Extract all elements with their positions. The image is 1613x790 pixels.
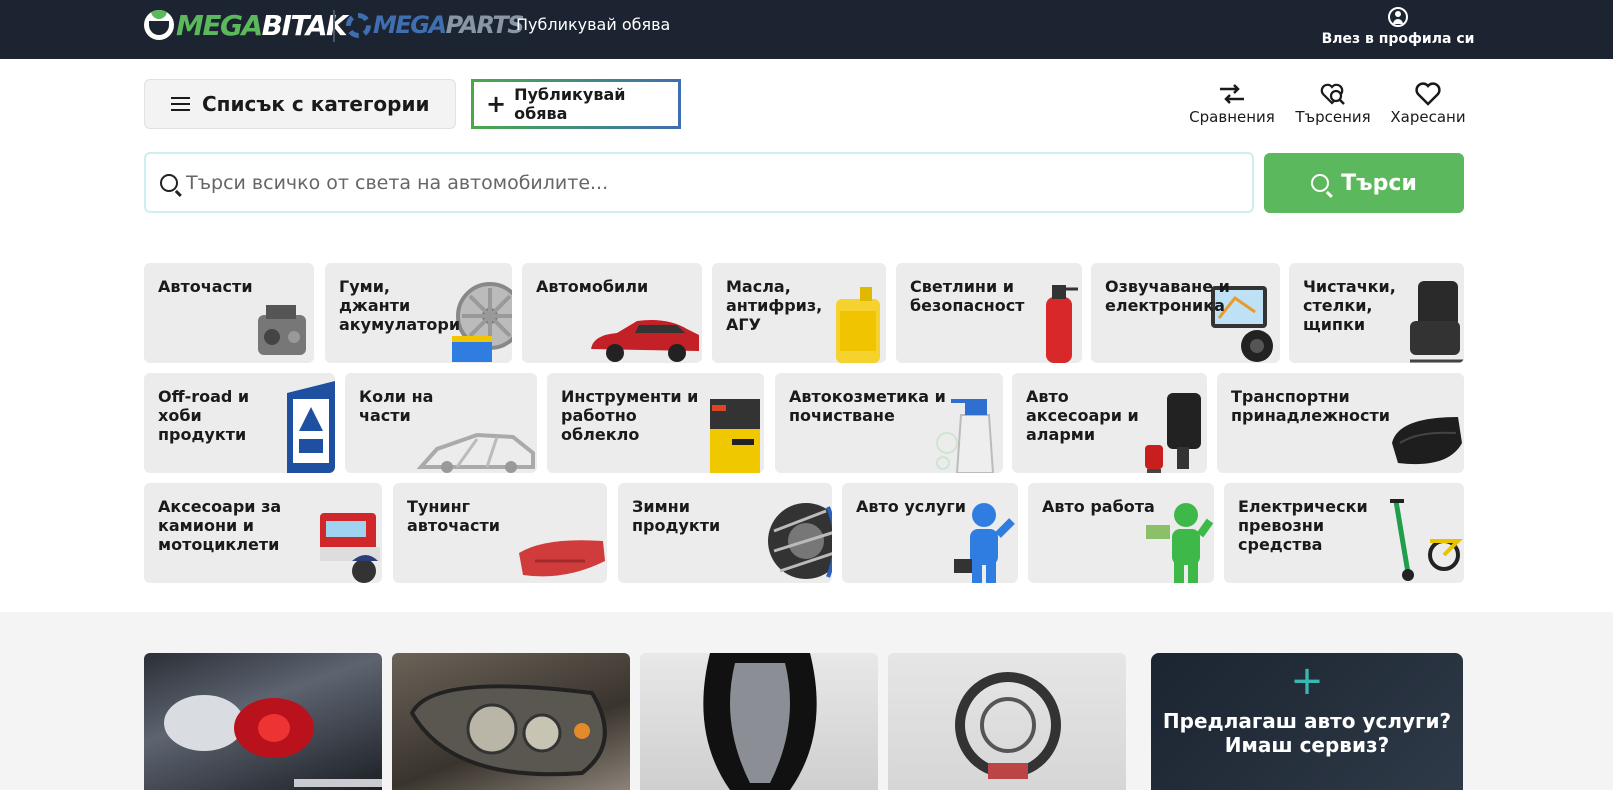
- headlight-icon: [409, 684, 607, 777]
- category-label: Автокозметика и почистване: [789, 387, 946, 425]
- car-frame-icon: [417, 432, 535, 473]
- menu-icon: [171, 97, 190, 111]
- logo-mega-text: MEGA: [176, 8, 263, 42]
- categories-list-label: Списък с категории: [202, 92, 430, 116]
- favorites-button[interactable]: Харесани: [1390, 80, 1466, 126]
- listing-photo-taillight[interactable]: [144, 653, 382, 790]
- header-publish-link[interactable]: Публикувай обява: [516, 15, 670, 34]
- camping-sign-icon: [287, 381, 335, 473]
- megaparts-logo-text: MEGAPARTS: [373, 11, 525, 39]
- compare-button[interactable]: Сравнения: [1188, 80, 1276, 126]
- car-icon: [591, 320, 699, 362]
- search-button-label: Търси: [1341, 170, 1417, 196]
- category-label: Озвучаване и електроника: [1105, 277, 1230, 315]
- floor-mat-icon: [1410, 281, 1464, 363]
- megabitak-logo[interactable]: MEGABITAK: [144, 8, 348, 42]
- compare-icon: [1188, 80, 1276, 108]
- category-label: Светлини и безопасност: [910, 277, 1025, 315]
- logo-parts-parts-text: PARTS: [445, 11, 525, 39]
- category-tile-tires[interactable]: Гуми, джанти акумулатори: [325, 263, 512, 363]
- saved-searches-label: Търсения: [1295, 108, 1371, 126]
- favorites-label: Харесани: [1390, 108, 1466, 126]
- category-label: Авто аксесоари и аларми: [1026, 387, 1139, 444]
- category-label: Off-road и хоби продукти: [158, 387, 250, 444]
- oil-can-icon: [836, 287, 880, 363]
- category-tile-offroad[interactable]: Off-road и хоби продукти: [144, 373, 335, 473]
- category-tile-tools-workwear[interactable]: Инструменти и работно облекло: [547, 373, 764, 473]
- listing-photo-clockspring[interactable]: [888, 653, 1126, 790]
- bumper-icon: [519, 540, 605, 577]
- services-promo-card[interactable]: + Предлагаш авто услуги? Имаш сервиз?: [1151, 653, 1463, 790]
- plus-icon: +: [1290, 658, 1324, 704]
- login-label: Влез в профила си: [1321, 31, 1475, 47]
- login-link[interactable]: Влез в профила си: [1318, 7, 1478, 47]
- category-label: Гуми, джанти акумулатори: [339, 277, 461, 334]
- category-tile-oils[interactable]: Масла, антифриз, АГУ: [712, 263, 886, 363]
- user-icon: [1388, 7, 1408, 27]
- plus-icon: +: [486, 90, 507, 118]
- clock-spring-icon: [955, 672, 1061, 779]
- category-tile-winter[interactable]: Зимни продукти: [618, 483, 832, 583]
- top-bar: MEGABITAK MEGAPARTS Публикувай обява Вле…: [0, 0, 1613, 59]
- category-tile-wipers-mats[interactable]: Чистачки, стелки, щипки: [1289, 263, 1464, 363]
- search-input[interactable]: [186, 171, 1186, 194]
- taillight-icon: [164, 695, 382, 787]
- category-label: Чистачки, стелки, щипки: [1303, 277, 1396, 334]
- category-label: Авточасти: [158, 277, 253, 296]
- category-tile-lights-safety[interactable]: Светлини и безопасност: [896, 263, 1082, 363]
- snow-chain-icon: [768, 503, 832, 579]
- truck-icon: [320, 513, 380, 583]
- publish-ad-label: Публикувай обява: [514, 85, 626, 123]
- megabitak-logo-icon: [144, 10, 174, 40]
- logo-parts-mega-text: MEGA: [373, 11, 447, 39]
- category-tile-tuning[interactable]: Тунинг авточасти: [393, 483, 607, 583]
- category-tile-audio-electronics[interactable]: Озвучаване и електроника: [1091, 263, 1280, 363]
- scooter-bike-icon: [1390, 499, 1463, 581]
- category-tile-jobs[interactable]: Авто работа: [1028, 483, 1214, 583]
- compare-label: Сравнения: [1189, 108, 1275, 126]
- megaparts-logo[interactable]: MEGAPARTS: [346, 11, 525, 39]
- listing-photo-lamp[interactable]: [640, 653, 878, 790]
- lamp-housing-icon: [703, 653, 817, 790]
- search-button-icon: [1311, 174, 1330, 192]
- category-tile-accessories-alarms[interactable]: Авто аксесоари и аларми: [1012, 373, 1207, 473]
- category-tile-auto-parts[interactable]: Авточасти: [144, 263, 314, 363]
- category-tile-transport[interactable]: Транспортни принадлежности: [1217, 373, 1464, 473]
- category-label: Транспортни принадлежности: [1231, 387, 1390, 425]
- search-icon: [160, 173, 178, 192]
- category-tile-cars[interactable]: Автомобили: [522, 263, 702, 363]
- category-label: Аксесоари за камиони и мотоциклети: [158, 497, 282, 554]
- publish-ad-button[interactable]: + Публикувай обява: [471, 79, 681, 129]
- category-tile-cars-for-parts[interactable]: Коли на части: [345, 373, 537, 473]
- category-tile-services[interactable]: Авто услуги: [842, 483, 1018, 583]
- logo-divider: [333, 10, 335, 42]
- category-label: Зимни продукти: [632, 497, 721, 535]
- category-label: Инструменти и работно облекло: [561, 387, 699, 444]
- promo-text: Предлагаш авто услуги? Имаш сервиз?: [1162, 709, 1452, 757]
- toolbox-icon: [710, 399, 760, 473]
- heart-icon: [1390, 80, 1466, 108]
- search-button[interactable]: Търси: [1264, 153, 1464, 213]
- category-label: Авто работа: [1042, 497, 1155, 516]
- listing-photo-headlight[interactable]: [392, 653, 630, 790]
- gear-icon: [346, 12, 371, 38]
- search-bar: [144, 152, 1254, 213]
- saved-searches-button[interactable]: Търсения: [1293, 80, 1373, 126]
- category-label: Тунинг авточасти: [407, 497, 500, 535]
- fire-extinguisher-icon: [1046, 285, 1078, 363]
- category-tile-electric-vehicles[interactable]: Електрически превозни средства: [1224, 483, 1464, 583]
- megabitak-logo-text: MEGABITAK: [176, 8, 348, 42]
- categories-list-button[interactable]: Списък с категории: [144, 79, 456, 129]
- heart-search-icon: [1293, 80, 1373, 108]
- roof-box-icon: [1392, 417, 1462, 465]
- engine-icon: [258, 305, 306, 355]
- category-tile-truck-moto[interactable]: Аксесоари за камиони и мотоциклети: [144, 483, 382, 583]
- category-label: Масла, антифриз, АГУ: [726, 277, 823, 334]
- category-label: Коли на части: [359, 387, 434, 425]
- category-label: Автомобили: [536, 277, 649, 296]
- category-label: Електрически превозни средства: [1238, 497, 1368, 554]
- category-tile-car-cosmetics[interactable]: Автокозметика и почистване: [775, 373, 1003, 473]
- phone-holder-icon: [1145, 393, 1201, 473]
- category-label: Авто услуги: [856, 497, 966, 516]
